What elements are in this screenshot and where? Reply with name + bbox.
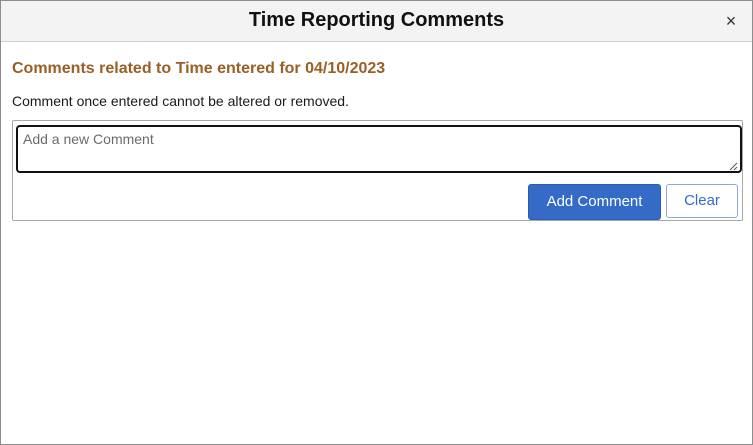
clear-button[interactable]: Clear bbox=[666, 184, 738, 218]
new-comment-textarea[interactable] bbox=[16, 125, 742, 173]
comment-policy-text: Comment once entered cannot be altered o… bbox=[12, 93, 349, 109]
dialog-titlebar: Time Reporting Comments × bbox=[1, 1, 752, 42]
comments-heading: Comments related to Time entered for 04/… bbox=[12, 60, 386, 77]
resize-grip-icon[interactable] bbox=[728, 161, 738, 171]
comment-entry-panel: Add Comment Clear bbox=[12, 120, 743, 221]
dialog-title: Time Reporting Comments bbox=[248, 9, 505, 31]
time-reporting-comments-dialog: Time Reporting Comments × Comments relat… bbox=[0, 0, 753, 445]
close-icon[interactable]: × bbox=[722, 12, 740, 30]
add-comment-button[interactable]: Add Comment bbox=[528, 184, 661, 220]
